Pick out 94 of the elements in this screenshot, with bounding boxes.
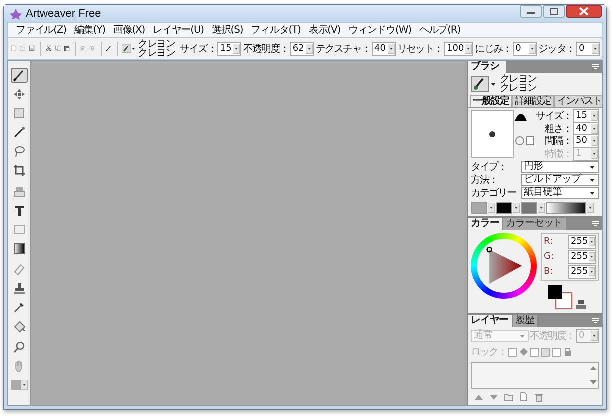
- scroll-up-icon[interactable]: [590, 366, 597, 371]
- dropdown-arrow-icon[interactable]: [488, 203, 495, 213]
- dropdown-arrow-icon[interactable]: [589, 237, 595, 247]
- number-field[interactable]: 50: [573, 134, 599, 148]
- number-field[interactable]: 100: [444, 42, 474, 56]
- settings-tab[interactable]: 一般設定: [470, 95, 512, 107]
- dropdown-arrow-icon[interactable]: [20, 380, 28, 390]
- dropdown-arrow-icon[interactable]: [513, 203, 520, 213]
- texture-swatch[interactable]: [471, 202, 487, 214]
- field-label: 不透明度：: [530, 330, 575, 343]
- dropdown-arrow-icon[interactable]: [591, 136, 598, 146]
- menu-item[interactable]: 表示(V): [304, 23, 345, 37]
- number-field[interactable]: 0: [512, 42, 537, 56]
- menu-item[interactable]: ヘルプ(R): [415, 23, 465, 37]
- number-field[interactable]: 255: [568, 235, 596, 249]
- dropdown-arrow-icon[interactable]: [591, 124, 598, 134]
- panel-tab[interactable]: レイヤー: [468, 315, 512, 327]
- maximize-icon[interactable]: [543, 5, 565, 18]
- dropdown-arrow-icon[interactable]: [589, 267, 595, 277]
- panel-tab[interactable]: 履歴: [512, 315, 538, 327]
- clock-checkbox-icon[interactable]: [515, 136, 535, 146]
- number-field[interactable]: 255: [568, 250, 596, 264]
- number-field[interactable]: 15: [573, 109, 599, 124]
- minimize-icon[interactable]: [520, 5, 542, 18]
- menu-item[interactable]: ウィンドウ(W): [344, 23, 416, 37]
- number-field[interactable]: 255: [568, 265, 596, 279]
- field-label: R:: [544, 237, 554, 247]
- menu-item[interactable]: フィルタ(T): [247, 23, 305, 37]
- color-swatch-icon[interactable]: [547, 284, 573, 310]
- dropdown-arrow-icon[interactable]: [591, 111, 598, 122]
- menu-item[interactable]: 編集(Y): [70, 23, 110, 37]
- dropdown[interactable]: ビルドアップ: [521, 174, 599, 186]
- new-page-icon[interactable]: [519, 392, 529, 402]
- menu-item[interactable]: 画像(X): [109, 23, 150, 37]
- app-logo-icon: [10, 8, 22, 20]
- lock-checkbox-icon[interactable]: [552, 347, 562, 357]
- close-icon[interactable]: [566, 5, 602, 18]
- brush-shape-icon[interactable]: [515, 111, 527, 121]
- lock-checkbox-icon[interactable]: [530, 347, 540, 357]
- dropdown-arrow-icon[interactable]: [538, 203, 545, 213]
- number-field[interactable]: 40: [372, 42, 396, 56]
- field-label: テクスチャ：: [316, 42, 371, 56]
- number-field[interactable]: 15: [217, 42, 242, 56]
- window-title: Artweaver Free: [26, 8, 102, 20]
- brush-dot-icon: [489, 130, 496, 138]
- dropdown-arrow-icon[interactable]: [233, 44, 240, 54]
- field-label: にじみ：: [475, 42, 512, 56]
- field-label: ジッタ：: [538, 42, 576, 56]
- number-field[interactable]: 62: [290, 42, 314, 56]
- field-label: 間隔：: [545, 135, 572, 148]
- brush-icon[interactable]: [10, 68, 28, 83]
- field-label: G:: [544, 252, 554, 262]
- preset-name: クレヨン: [138, 40, 175, 48]
- number-field[interactable]: 0: [576, 42, 600, 56]
- dropdown-arrow-icon[interactable]: [589, 252, 595, 262]
- field-label: B:: [544, 267, 554, 277]
- panel-tab[interactable]: カラーセット: [503, 218, 566, 230]
- field-label: ロック：: [471, 346, 507, 359]
- panel-tab[interactable]: カラー: [468, 218, 502, 230]
- dropdown-arrow-icon[interactable]: [587, 203, 594, 213]
- dropdown-arrow-icon[interactable]: [388, 44, 395, 54]
- dropdown[interactable]: 紙目硬筆: [521, 187, 599, 199]
- field-label: サイズ：: [180, 42, 216, 56]
- field-label: 粗さ：: [545, 122, 572, 136]
- dropdown-arrow-icon[interactable]: [592, 44, 600, 54]
- field-label: カテゴリー: [471, 187, 518, 200]
- texture-swatch[interactable]: [496, 202, 512, 214]
- preset-name: クレヨン: [138, 48, 175, 58]
- field-label: 方法：: [471, 174, 499, 187]
- dropdown-arrow-icon[interactable]: [465, 44, 472, 54]
- field-label: タイプ：: [471, 160, 508, 174]
- dropdown-arrow-icon[interactable]: [528, 44, 536, 54]
- stamp-icon[interactable]: [576, 300, 586, 310]
- panel-menu-icon[interactable]: [592, 64, 599, 70]
- panel-menu-icon[interactable]: [592, 318, 599, 324]
- menu-item[interactable]: ファイル(Z): [12, 23, 70, 37]
- field-label: サイズ：: [536, 110, 572, 124]
- panel-menu-icon[interactable]: [592, 220, 599, 228]
- dropdown[interactable]: 円形: [521, 161, 599, 173]
- menu-item[interactable]: レイヤー(U): [149, 23, 208, 37]
- preset-name: クレヨン: [500, 75, 537, 84]
- field-label: 特徴：: [545, 148, 572, 161]
- pattern-swatch[interactable]: [521, 202, 537, 214]
- menu-item[interactable]: 選択(S): [208, 23, 248, 37]
- settings-tab[interactable]: 詳細設定: [512, 95, 554, 107]
- field-label: 不透明度：: [243, 42, 289, 56]
- gradient-swatch[interactable]: [546, 202, 586, 214]
- lock-checkbox-icon[interactable]: [508, 347, 518, 357]
- brush-preset-icon[interactable]: [471, 76, 489, 92]
- scroll-down-icon[interactable]: [590, 380, 597, 385]
- field-label: リセット：: [398, 42, 444, 56]
- preset-name: クレヨン: [500, 84, 537, 93]
- settings-tab[interactable]: インパスト: [554, 95, 602, 107]
- dropdown-arrow-icon[interactable]: [306, 44, 313, 54]
